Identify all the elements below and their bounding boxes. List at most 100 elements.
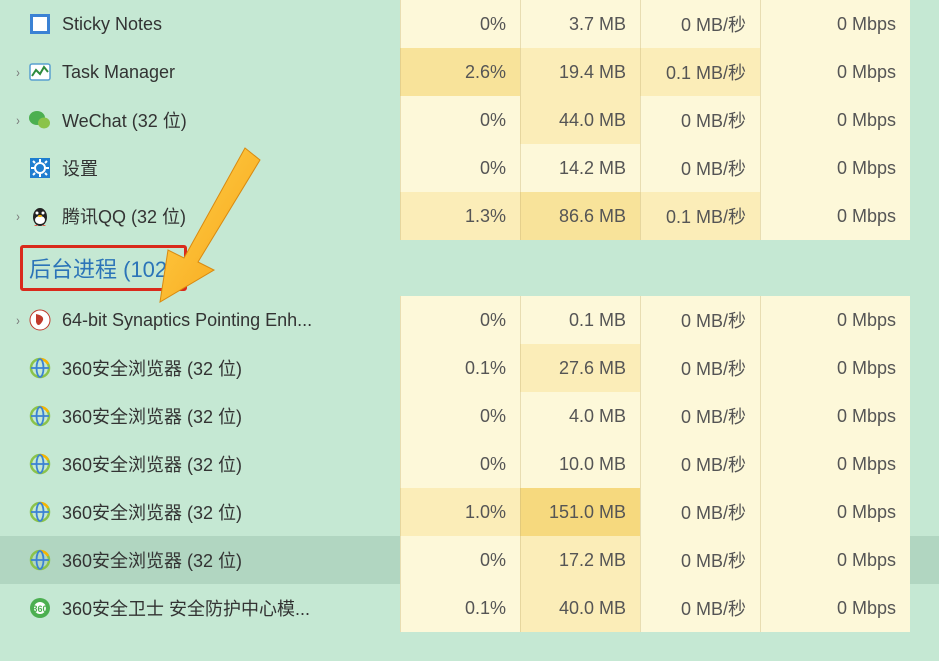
process-row[interactable]: ›360安全浏览器 (32 位)0.1%27.6 MB0 MB/秒0 Mbps xyxy=(0,344,939,392)
process-name-label: 64-bit Synaptics Pointing Enh... xyxy=(62,310,312,331)
disk-cell: 0 MB/秒 xyxy=(640,440,760,488)
process-row[interactable]: ›设置0%14.2 MB0 MB/秒0 Mbps xyxy=(0,144,939,192)
mem-cell: 19.4 MB xyxy=(520,48,640,96)
disk-cell: 0 MB/秒 xyxy=(640,0,760,48)
process-name-cell[interactable]: › 64-bit Synaptics Pointing Enh... xyxy=(0,308,400,332)
mem-cell: 40.0 MB xyxy=(520,584,640,632)
qq-icon xyxy=(28,204,52,228)
disk-cell: 0.1 MB/秒 xyxy=(640,48,760,96)
process-name-cell[interactable]: ›设置 xyxy=(0,155,400,181)
net-cell: 0 Mbps xyxy=(760,488,910,536)
process-name-label: WeChat (32 位) xyxy=(62,107,187,133)
expand-chevron-icon[interactable]: › xyxy=(10,112,26,128)
process-row[interactable]: ›360安全浏览器 (32 位)1.0%151.0 MB0 MB/秒0 Mbps xyxy=(0,488,939,536)
process-name-label: 360安全浏览器 (32 位) xyxy=(62,499,242,525)
process-name-cell[interactable]: › Task Manager xyxy=(0,60,400,84)
net-cell: 0 Mbps xyxy=(760,344,910,392)
mem-cell: 151.0 MB xyxy=(520,488,640,536)
mem-cell: 10.0 MB xyxy=(520,440,640,488)
disk-cell: 0 MB/秒 xyxy=(640,536,760,584)
settings-icon xyxy=(28,156,52,180)
net-cell: 0 Mbps xyxy=(760,584,910,632)
process-name-label: 360安全浏览器 (32 位) xyxy=(62,403,242,429)
guard-icon xyxy=(28,596,52,620)
net-cell: 0 Mbps xyxy=(760,144,910,192)
mem-cell: 27.6 MB xyxy=(520,344,640,392)
net-cell: 0 Mbps xyxy=(760,536,910,584)
process-list-apps: ›Sticky Notes0%3.7 MB0 MB/秒0 Mbps›Task M… xyxy=(0,0,939,240)
browser-icon xyxy=(28,404,52,428)
cpu-cell: 1.0% xyxy=(400,488,520,536)
process-name-cell[interactable]: ›360安全浏览器 (32 位) xyxy=(0,403,400,429)
process-name-label: 360安全卫士 安全防护中心模... xyxy=(62,595,310,621)
mem-cell: 0.1 MB xyxy=(520,296,640,344)
expand-chevron-icon[interactable]: › xyxy=(10,64,26,80)
cpu-cell: 0% xyxy=(400,144,520,192)
disk-cell: 0 MB/秒 xyxy=(640,488,760,536)
mem-cell: 44.0 MB xyxy=(520,96,640,144)
process-name-cell[interactable]: › WeChat (32 位) xyxy=(0,107,400,133)
process-name-cell[interactable]: ›360安全浏览器 (32 位) xyxy=(0,355,400,381)
process-name-cell[interactable]: ›360安全浏览器 (32 位) xyxy=(0,499,400,525)
cpu-cell: 0% xyxy=(400,296,520,344)
cpu-cell: 0.1% xyxy=(400,584,520,632)
net-cell: 0 Mbps xyxy=(760,48,910,96)
mem-cell: 86.6 MB xyxy=(520,192,640,240)
net-cell: 0 Mbps xyxy=(760,96,910,144)
process-row[interactable]: ›360安全浏览器 (32 位)0%4.0 MB0 MB/秒0 Mbps xyxy=(0,392,939,440)
mem-cell: 17.2 MB xyxy=(520,536,640,584)
disk-cell: 0 MB/秒 xyxy=(640,584,760,632)
expand-chevron-icon[interactable]: › xyxy=(10,312,26,328)
process-name-label: Task Manager xyxy=(62,62,175,83)
process-name-label: 360安全浏览器 (32 位) xyxy=(62,547,242,573)
mem-cell: 4.0 MB xyxy=(520,392,640,440)
process-row[interactable]: ›Sticky Notes0%3.7 MB0 MB/秒0 Mbps xyxy=(0,0,939,48)
cpu-cell: 0% xyxy=(400,0,520,48)
process-row[interactable]: › Task Manager 2.6%19.4 MB0.1 MB/秒0 Mbps xyxy=(0,48,939,96)
process-name-label: 腾讯QQ (32 位) xyxy=(62,203,186,229)
process-name-label: 360安全浏览器 (32 位) xyxy=(62,451,242,477)
process-name-cell[interactable]: › 腾讯QQ (32 位) xyxy=(0,203,400,229)
browser-icon xyxy=(28,356,52,380)
process-row[interactable]: ›360安全浏览器 (32 位)0%10.0 MB0 MB/秒0 Mbps xyxy=(0,440,939,488)
process-name-label: 设置 xyxy=(62,155,98,181)
browser-icon xyxy=(28,452,52,476)
process-name-cell[interactable]: ›360安全卫士 安全防护中心模... xyxy=(0,595,400,621)
cpu-cell: 0% xyxy=(400,96,520,144)
process-list-background: ›64-bit Synaptics Pointing Enh...0%0.1 M… xyxy=(0,296,939,632)
net-cell: 0 Mbps xyxy=(760,0,910,48)
disk-cell: 0 MB/秒 xyxy=(640,96,760,144)
net-cell: 0 Mbps xyxy=(760,296,910,344)
mem-cell: 14.2 MB xyxy=(520,144,640,192)
disk-cell: 0 MB/秒 xyxy=(640,344,760,392)
section-background-processes[interactable]: 后台进程 (102) xyxy=(0,240,939,296)
process-row[interactable]: › 64-bit Synaptics Pointing Enh... 0%0.1 M… xyxy=(0,296,939,344)
synaptics-icon xyxy=(28,308,52,332)
wechat-icon xyxy=(28,108,52,132)
process-row[interactable]: › WeChat (32 位) 0%44.0 MB0 MB/秒0 Mbps xyxy=(0,96,939,144)
disk-cell: 0 MB/秒 xyxy=(640,392,760,440)
cpu-cell: 0% xyxy=(400,536,520,584)
process-name-cell[interactable]: ›360安全浏览器 (32 位) xyxy=(0,451,400,477)
net-cell: 0 Mbps xyxy=(760,440,910,488)
browser-icon xyxy=(28,548,52,572)
mem-cell: 3.7 MB xyxy=(520,0,640,48)
expand-chevron-icon[interactable]: › xyxy=(10,208,26,224)
process-name-label: 360安全浏览器 (32 位) xyxy=(62,355,242,381)
process-name-cell[interactable]: ›360安全浏览器 (32 位) xyxy=(0,547,400,573)
net-cell: 0 Mbps xyxy=(760,392,910,440)
process-row[interactable]: ›360安全卫士 安全防护中心模...0.1%40.0 MB0 MB/秒0 Mb… xyxy=(0,584,939,632)
cpu-cell: 1.3% xyxy=(400,192,520,240)
cpu-cell: 0% xyxy=(400,392,520,440)
disk-cell: 0 MB/秒 xyxy=(640,296,760,344)
net-cell: 0 Mbps xyxy=(760,192,910,240)
process-row[interactable]: › 腾讯QQ (32 位) 1.3%86.6 MB0.1 MB/秒0 Mbps xyxy=(0,192,939,240)
process-name-label: Sticky Notes xyxy=(62,14,162,35)
process-row[interactable]: ›360安全浏览器 (32 位)0%17.2 MB0 MB/秒0 Mbps xyxy=(0,536,939,584)
cpu-cell: 2.6% xyxy=(400,48,520,96)
sticky-icon xyxy=(28,12,52,36)
disk-cell: 0.1 MB/秒 xyxy=(640,192,760,240)
cpu-cell: 0.1% xyxy=(400,344,520,392)
section-header-label: 后台进程 (102) xyxy=(20,245,187,291)
process-name-cell[interactable]: ›Sticky Notes xyxy=(0,12,400,36)
